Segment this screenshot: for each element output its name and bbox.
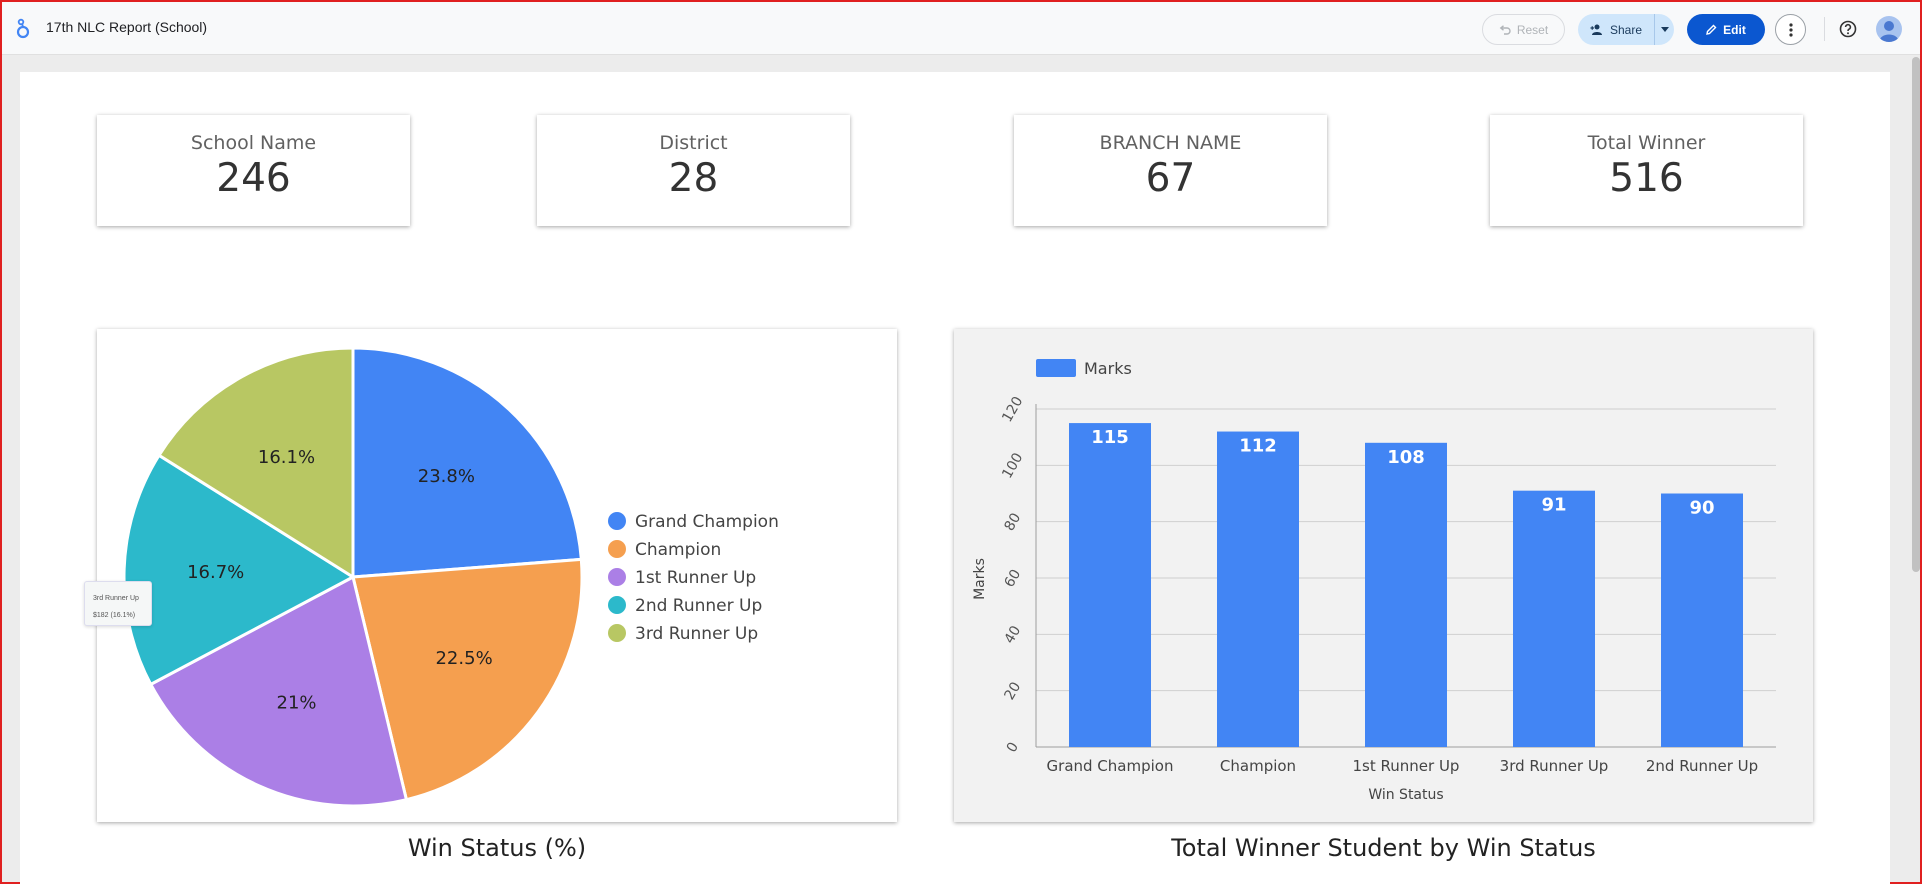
x-axis-label: Win Status <box>1368 787 1443 803</box>
tooltip-title: 3rd Runner Up <box>93 595 139 602</box>
bar-2nd-runner-up[interactable] <box>1661 493 1743 748</box>
legend-item-grand-champion[interactable]: Grand Champion <box>608 512 779 532</box>
looker-studio-logo-icon[interactable] <box>14 18 34 40</box>
bar-value-label: 112 <box>1239 436 1277 457</box>
x-tick-label: 3rd Runner Up <box>1500 757 1609 775</box>
bar-value-label: 108 <box>1387 447 1425 468</box>
bar-chart[interactable]: 0 20 40 60 80 100 120 115 Grand Champion 112 Champ… <box>954 329 1813 822</box>
bar-3rd-runner-up[interactable] <box>1513 490 1595 747</box>
pie-chart-panel[interactable]: 23.8% 22.5% 21% 16.7% 16.1% Grand Champion Cha… <box>97 329 897 822</box>
x-tick-label: 2nd Runner Up <box>1646 757 1758 775</box>
legend-label: Champion <box>635 540 721 560</box>
y-tick-label: 0 <box>1004 740 1022 756</box>
bar-chart-panel[interactable]: 0 20 40 60 80 100 120 115 Grand Champion 112 Champ… <box>954 329 1813 822</box>
x-tick-label: Champion <box>1220 757 1296 775</box>
kpi-label: Total Winner <box>1587 132 1706 154</box>
legend-item-2nd-runner-up[interactable]: 2nd Runner Up <box>608 596 762 616</box>
kpi-card-school-name[interactable]: School Name 246 <box>97 115 410 226</box>
legend-item-marks[interactable]: Marks <box>1036 359 1132 378</box>
legend-item-champion[interactable]: Champion <box>608 540 721 560</box>
kpi-value: 246 <box>216 156 291 201</box>
pie-slice-label: 16.7% <box>187 562 244 583</box>
share-label: Share <box>1609 22 1643 37</box>
kpi-label: School Name <box>190 132 317 154</box>
legend-label: 2nd Runner Up <box>635 596 762 616</box>
bar-1st-runner-up[interactable] <box>1365 442 1447 747</box>
kpi-label: BRANCH NAME <box>1099 132 1242 154</box>
y-tick-label: 40 <box>1001 623 1024 646</box>
pie-chart-title: Win Status (%) <box>407 834 587 862</box>
y-tick-label: 60 <box>1001 567 1024 590</box>
y-tick-label: 80 <box>1001 510 1024 533</box>
chart-tooltip: 3rd Runner Up $182 (16.1%) <box>84 581 152 626</box>
y-tick-label: 120 <box>999 394 1026 425</box>
bar-champion[interactable] <box>1217 431 1299 747</box>
legend-item-3rd-runner-up[interactable]: 3rd Runner Up <box>608 624 758 644</box>
edit-button[interactable]: Edit <box>1687 14 1765 45</box>
legend-swatch <box>1036 359 1076 377</box>
pie-slice-label: 16.1% <box>258 447 315 468</box>
bar-grand-champion[interactable] <box>1069 423 1151 747</box>
y-tick-label: 100 <box>999 450 1026 481</box>
toolbar-divider <box>1824 17 1825 41</box>
caret-down-icon <box>1660 27 1669 32</box>
help-icon[interactable] <box>1838 19 1858 39</box>
kpi-value: 28 <box>668 156 719 201</box>
page-scrollbar[interactable] <box>1912 57 1920 572</box>
kpi-value: 516 <box>1609 156 1684 201</box>
edit-label: Edit <box>1723 22 1746 37</box>
user-avatar[interactable] <box>1876 16 1902 42</box>
report-title[interactable]: 17th NLC Report (School) <box>46 19 207 35</box>
legend-label: 1st Runner Up <box>635 568 756 588</box>
more-options-button[interactable] <box>1775 14 1806 45</box>
more-vert-icon <box>1788 22 1793 37</box>
legend-swatch <box>608 540 626 558</box>
kpi-label: District <box>659 132 728 154</box>
reset-label: Reset <box>1516 22 1549 37</box>
pie-slice-label: 22.5% <box>435 648 492 669</box>
pencil-icon <box>1706 24 1717 35</box>
share-button[interactable]: Share <box>1578 14 1654 45</box>
legend-item-1st-runner-up[interactable]: 1st Runner Up <box>608 568 756 588</box>
share-dropdown-button[interactable] <box>1654 14 1674 45</box>
bar-value-label: 115 <box>1091 427 1129 448</box>
bar-chart-title: Total Winner Student by Win Status <box>1171 834 1596 862</box>
pie-slice-grand-champion[interactable] <box>351 346 583 579</box>
legend-swatch <box>608 596 626 614</box>
pie-slice-label: 21% <box>277 692 317 713</box>
person-icon <box>1879 21 1899 42</box>
pie-slice-label: 23.8% <box>418 466 475 487</box>
y-axis-label: Marks <box>972 558 988 600</box>
kpi-card-district[interactable]: District 28 <box>537 115 850 226</box>
kpi-value: 67 <box>1145 156 1196 201</box>
legend-label: Marks <box>1084 359 1132 378</box>
legend-label: 3rd Runner Up <box>635 624 758 644</box>
top-bar: 17th NLC Report (School) Reset Share Edi… <box>2 2 1920 55</box>
legend-label: Grand Champion <box>635 512 779 532</box>
add-person-icon <box>1590 24 1602 35</box>
x-tick-label: 1st Runner Up <box>1353 757 1460 775</box>
legend-swatch <box>608 568 626 586</box>
legend-swatch <box>608 624 626 642</box>
legend-swatch <box>608 512 626 530</box>
bar-value-label: 91 <box>1541 495 1566 516</box>
kpi-card-total-winner[interactable]: Total Winner 516 <box>1490 115 1803 226</box>
y-tick-label: 20 <box>1001 679 1024 702</box>
kpi-card-branch-name[interactable]: BRANCH NAME 67 <box>1014 115 1327 226</box>
undo-icon <box>1499 24 1511 35</box>
x-tick-label: Grand Champion <box>1047 757 1174 775</box>
reset-button[interactable]: Reset <box>1482 14 1565 45</box>
bar-value-label: 90 <box>1689 498 1714 519</box>
tooltip-value: $182 (16.1%) <box>93 612 136 619</box>
pie-chart[interactable]: 23.8% 22.5% 21% 16.7% 16.1% Grand Champion Cha… <box>97 329 897 822</box>
